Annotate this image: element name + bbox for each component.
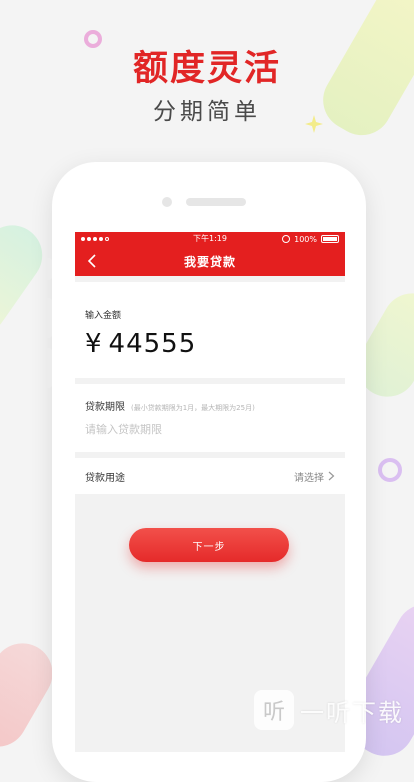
term-card: 贷款期限 (最小贷款期限为1月，最大期限为25月) [75,384,345,452]
promo-subline: 分期简单 [153,99,261,125]
back-button[interactable] [81,246,103,276]
battery-icon [321,235,339,243]
amount-card: 输入金额 ¥ 44555 [75,282,345,378]
watermark: 听 一听下载 [254,690,404,730]
term-input[interactable] [85,423,335,436]
status-time: 下午1:19 [193,234,227,243]
amount-label: 输入金额 [85,311,122,321]
purpose-label: 贷款用途 [85,472,125,484]
chevron-right-icon [328,471,335,481]
currency-symbol: ¥ [85,329,103,359]
term-hint: (最小贷款期限为1月，最大期限为25月) [131,404,255,412]
phone-camera [162,197,172,207]
phone-volume-up [46,298,52,338]
amount-value: 44555 [108,329,197,359]
phone-speaker [186,198,246,206]
phone-volume-down [46,348,52,388]
purpose-row[interactable]: 贷款用途 请选择 [75,458,345,494]
amount-input[interactable]: ¥ 44555 [85,329,335,359]
decor-ring-icon [378,458,402,482]
nav-bar: 我要贷款 [75,246,345,276]
app-screen: 下午1:19 100% 我要贷款 输入金额 ¥ 44555 贷款期限 (最小贷款… [75,232,345,752]
promo-headline: 额度灵活 [132,49,281,89]
chevron-left-icon [87,254,96,268]
watermark-logo-icon: 听 [254,690,294,730]
term-label: 贷款期限 [85,402,125,413]
purpose-select-text: 请选择 [294,472,324,484]
phone-mute-switch [46,258,52,280]
status-bar: 下午1:19 100% [75,232,345,246]
page-title: 我要贷款 [183,254,236,269]
watermark-text: 一听下载 [300,698,404,727]
purpose-select[interactable]: 请选择 [294,469,335,484]
phone-mockup: 下午1:19 100% 我要贷款 输入金额 ¥ 44555 贷款期限 (最小贷款… [46,162,366,782]
next-step-button[interactable]: 下一步 [129,528,289,562]
